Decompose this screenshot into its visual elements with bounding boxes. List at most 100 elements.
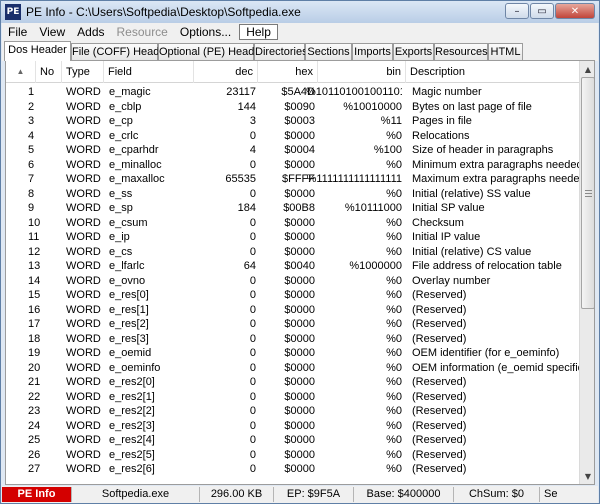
menu-help[interactable]: Help xyxy=(239,24,278,40)
maximize-button[interactable]: ▭ xyxy=(530,3,554,19)
list-header: ▲ No Type Field dec hex bin Description xyxy=(6,61,579,83)
column-header-no[interactable]: No xyxy=(36,61,62,83)
table-row[interactable]: 1 WORD e_magic 23117 $5A4D %101101001001101 Ma… xyxy=(6,85,579,100)
table-row[interactable]: 23 WORD e_res2[2] 0 $0000 %0 (Reserved) xyxy=(6,404,579,419)
dos-header-list[interactable]: 1 WORD e_magic 23117 $5A4D %101101001001101 Ma… xyxy=(6,84,579,484)
cell-no: 10 xyxy=(28,216,41,229)
cell-dec: 23117 xyxy=(226,86,256,98)
cell-field: e_minalloc xyxy=(109,158,162,171)
cell-description: File address of relocation table xyxy=(412,260,562,272)
tab-directories[interactable]: Directories xyxy=(254,43,308,60)
table-row[interactable]: 24 WORD e_res2[3] 0 $0000 %0 (Reserved) xyxy=(6,419,579,434)
cell-type: WORD xyxy=(66,347,101,359)
menu-adds[interactable]: Adds xyxy=(71,23,110,41)
cell-field: e_oeminfo xyxy=(109,361,161,374)
table-row[interactable]: 16 WORD e_res[1] 0 $0000 %0 (Reserved) xyxy=(6,303,579,318)
cell-type: WORD xyxy=(66,173,101,185)
window-controls: – ▭ ✕ xyxy=(505,3,595,19)
table-row[interactable]: 22 WORD e_res2[1] 0 $0000 %0 (Reserved) xyxy=(6,390,579,405)
table-row[interactable]: 7 WORD e_maxalloc 65535 $FFFF %11111111111111… xyxy=(6,172,579,187)
title-bar[interactable]: PE PE Info - C:\Users\Softpedia\Desktop\… xyxy=(1,1,599,23)
cell-description: Relocations xyxy=(412,129,470,142)
cell-type: WORD xyxy=(66,390,101,403)
cell-dec: 0 xyxy=(249,419,256,432)
tab-html[interactable]: HTML xyxy=(488,43,523,60)
cell-dec: 0 xyxy=(249,129,256,142)
column-header-type[interactable]: Type xyxy=(62,61,104,83)
table-row[interactable]: 17 WORD e_res[2] 0 $0000 %0 (Reserved) xyxy=(6,317,579,332)
cell-bin: %0 xyxy=(386,390,402,403)
column-header-description[interactable]: Description xyxy=(406,61,579,83)
table-row[interactable]: 19 WORD e_oemid 0 $0000 %0 OEM identifier (for… xyxy=(6,346,579,361)
cell-dec: 184 xyxy=(237,202,256,214)
cell-dec: 0 xyxy=(249,245,256,258)
table-row[interactable]: 26 WORD e_res2[5] 0 $0000 %0 (Reserved) xyxy=(6,448,579,463)
table-row[interactable]: 11 WORD e_ip 0 $0000 %0 Initial IP value xyxy=(6,230,579,245)
table-row[interactable]: 12 WORD e_cs 0 $0000 %0 Initial (relative) CS … xyxy=(6,245,579,260)
table-row[interactable]: 9 WORD e_sp 184 $00B8 %10111000 Initial SP val… xyxy=(6,201,579,216)
tab-exports[interactable]: Exports xyxy=(393,43,434,60)
close-button[interactable]: ✕ xyxy=(555,3,595,19)
tab-optional-pe-header[interactable]: Optional (PE) Header xyxy=(158,43,264,60)
cell-type: WORD xyxy=(66,100,101,113)
menu-options[interactable]: Options... xyxy=(174,23,237,41)
status-file-name: Softpedia.exe xyxy=(72,487,200,502)
tab-dos-header[interactable]: Dos Header xyxy=(4,41,71,61)
cell-no: 23 xyxy=(28,405,41,417)
cell-bin: %0 xyxy=(386,332,402,345)
table-row[interactable]: 2 WORD e_cblp 144 $0090 %10010000 Bytes on las… xyxy=(6,100,579,115)
cell-type: WORD xyxy=(66,303,101,316)
table-row[interactable]: 20 WORD e_oeminfo 0 $0000 %0 OEM information (… xyxy=(6,361,579,376)
table-row[interactable]: 13 WORD e_lfarlc 64 $0040 %1000000 File addres… xyxy=(6,259,579,274)
cell-dec: 0 xyxy=(249,347,256,359)
table-row[interactable]: 10 WORD e_csum 0 $0000 %0 Checksum xyxy=(6,216,579,231)
table-row[interactable]: 21 WORD e_res2[0] 0 $0000 %0 (Reserved) xyxy=(6,375,579,390)
column-header-bin[interactable]: bin xyxy=(318,61,406,83)
app-icon[interactable]: PE xyxy=(5,4,21,20)
cell-type: WORD xyxy=(66,231,101,243)
cell-bin: %0 xyxy=(386,361,402,374)
table-row[interactable]: 27 WORD e_res2[6] 0 $0000 %0 (Reserved) xyxy=(6,462,579,477)
column-header-dec[interactable]: dec xyxy=(194,61,258,83)
cell-no: 17 xyxy=(28,318,41,330)
scroll-up-icon[interactable]: ▲ xyxy=(581,61,594,77)
menu-file[interactable]: File xyxy=(2,23,33,41)
cell-no: 11 xyxy=(28,231,40,243)
menu-view[interactable]: View xyxy=(33,23,71,41)
cell-bin: %0 xyxy=(386,129,402,142)
table-row[interactable]: 8 WORD e_ss 0 $0000 %0 Initial (relative) SS v… xyxy=(6,187,579,202)
vertical-scrollbar[interactable]: ▲ ▼ xyxy=(579,61,594,484)
table-row[interactable]: 15 WORD e_res[0] 0 $0000 %0 (Reserved) xyxy=(6,288,579,303)
tab-sections[interactable]: Sections xyxy=(305,43,352,60)
table-row[interactable]: 5 WORD e_cparhdr 4 $0004 %100 Size of header i… xyxy=(6,143,579,158)
cell-field: e_sp xyxy=(109,202,133,214)
cell-field: e_res[0] xyxy=(109,289,149,301)
scroll-down-icon[interactable]: ▼ xyxy=(581,468,594,484)
cell-bin: %10010000 xyxy=(343,100,402,113)
column-header-hex[interactable]: hex xyxy=(258,61,318,83)
menu-resource[interactable]: Resource xyxy=(111,23,174,41)
table-row[interactable]: 6 WORD e_minalloc 0 $0000 %0 Minimum extra par… xyxy=(6,158,579,173)
tab-imports[interactable]: Imports xyxy=(352,43,393,60)
table-row[interactable]: 3 WORD e_cp 3 $0003 %11 Pages in file xyxy=(6,114,579,129)
cell-no: 16 xyxy=(28,303,41,316)
tab-resources[interactable]: Resources xyxy=(434,43,488,60)
table-row[interactable]: 25 WORD e_res2[4] 0 $0000 %0 (Reserved) xyxy=(6,433,579,448)
status-entry-point: EP: $9F5A xyxy=(274,487,354,502)
cell-field: e_ovno xyxy=(109,274,146,287)
column-header-field[interactable]: Field xyxy=(104,61,194,83)
tab-file-coff-header[interactable]: File (COFF) Header xyxy=(71,43,169,60)
table-row[interactable]: 4 WORD e_crlc 0 $0000 %0 Relocations xyxy=(6,129,579,144)
scroll-thumb[interactable] xyxy=(581,77,594,309)
minimize-button[interactable]: – xyxy=(505,3,529,19)
cell-description: Initial SP value xyxy=(412,202,485,214)
cell-type: WORD xyxy=(66,332,101,345)
cell-description: Maximum extra paragraphs needed xyxy=(412,173,579,185)
cell-no: 8 xyxy=(28,187,35,200)
table-row[interactable]: 18 WORD e_res[3] 0 $0000 %0 (Reserved) xyxy=(6,332,579,347)
table-row[interactable]: 14 WORD e_ovno 0 $0000 %0 Overlay number xyxy=(6,274,579,289)
sort-indicator-icon[interactable]: ▲ xyxy=(6,61,36,83)
cell-type: WORD xyxy=(66,216,101,229)
dos-header-panel: ▲ No Type Field dec hex bin Description … xyxy=(5,60,595,485)
cell-field: e_res2[0] xyxy=(109,376,155,388)
